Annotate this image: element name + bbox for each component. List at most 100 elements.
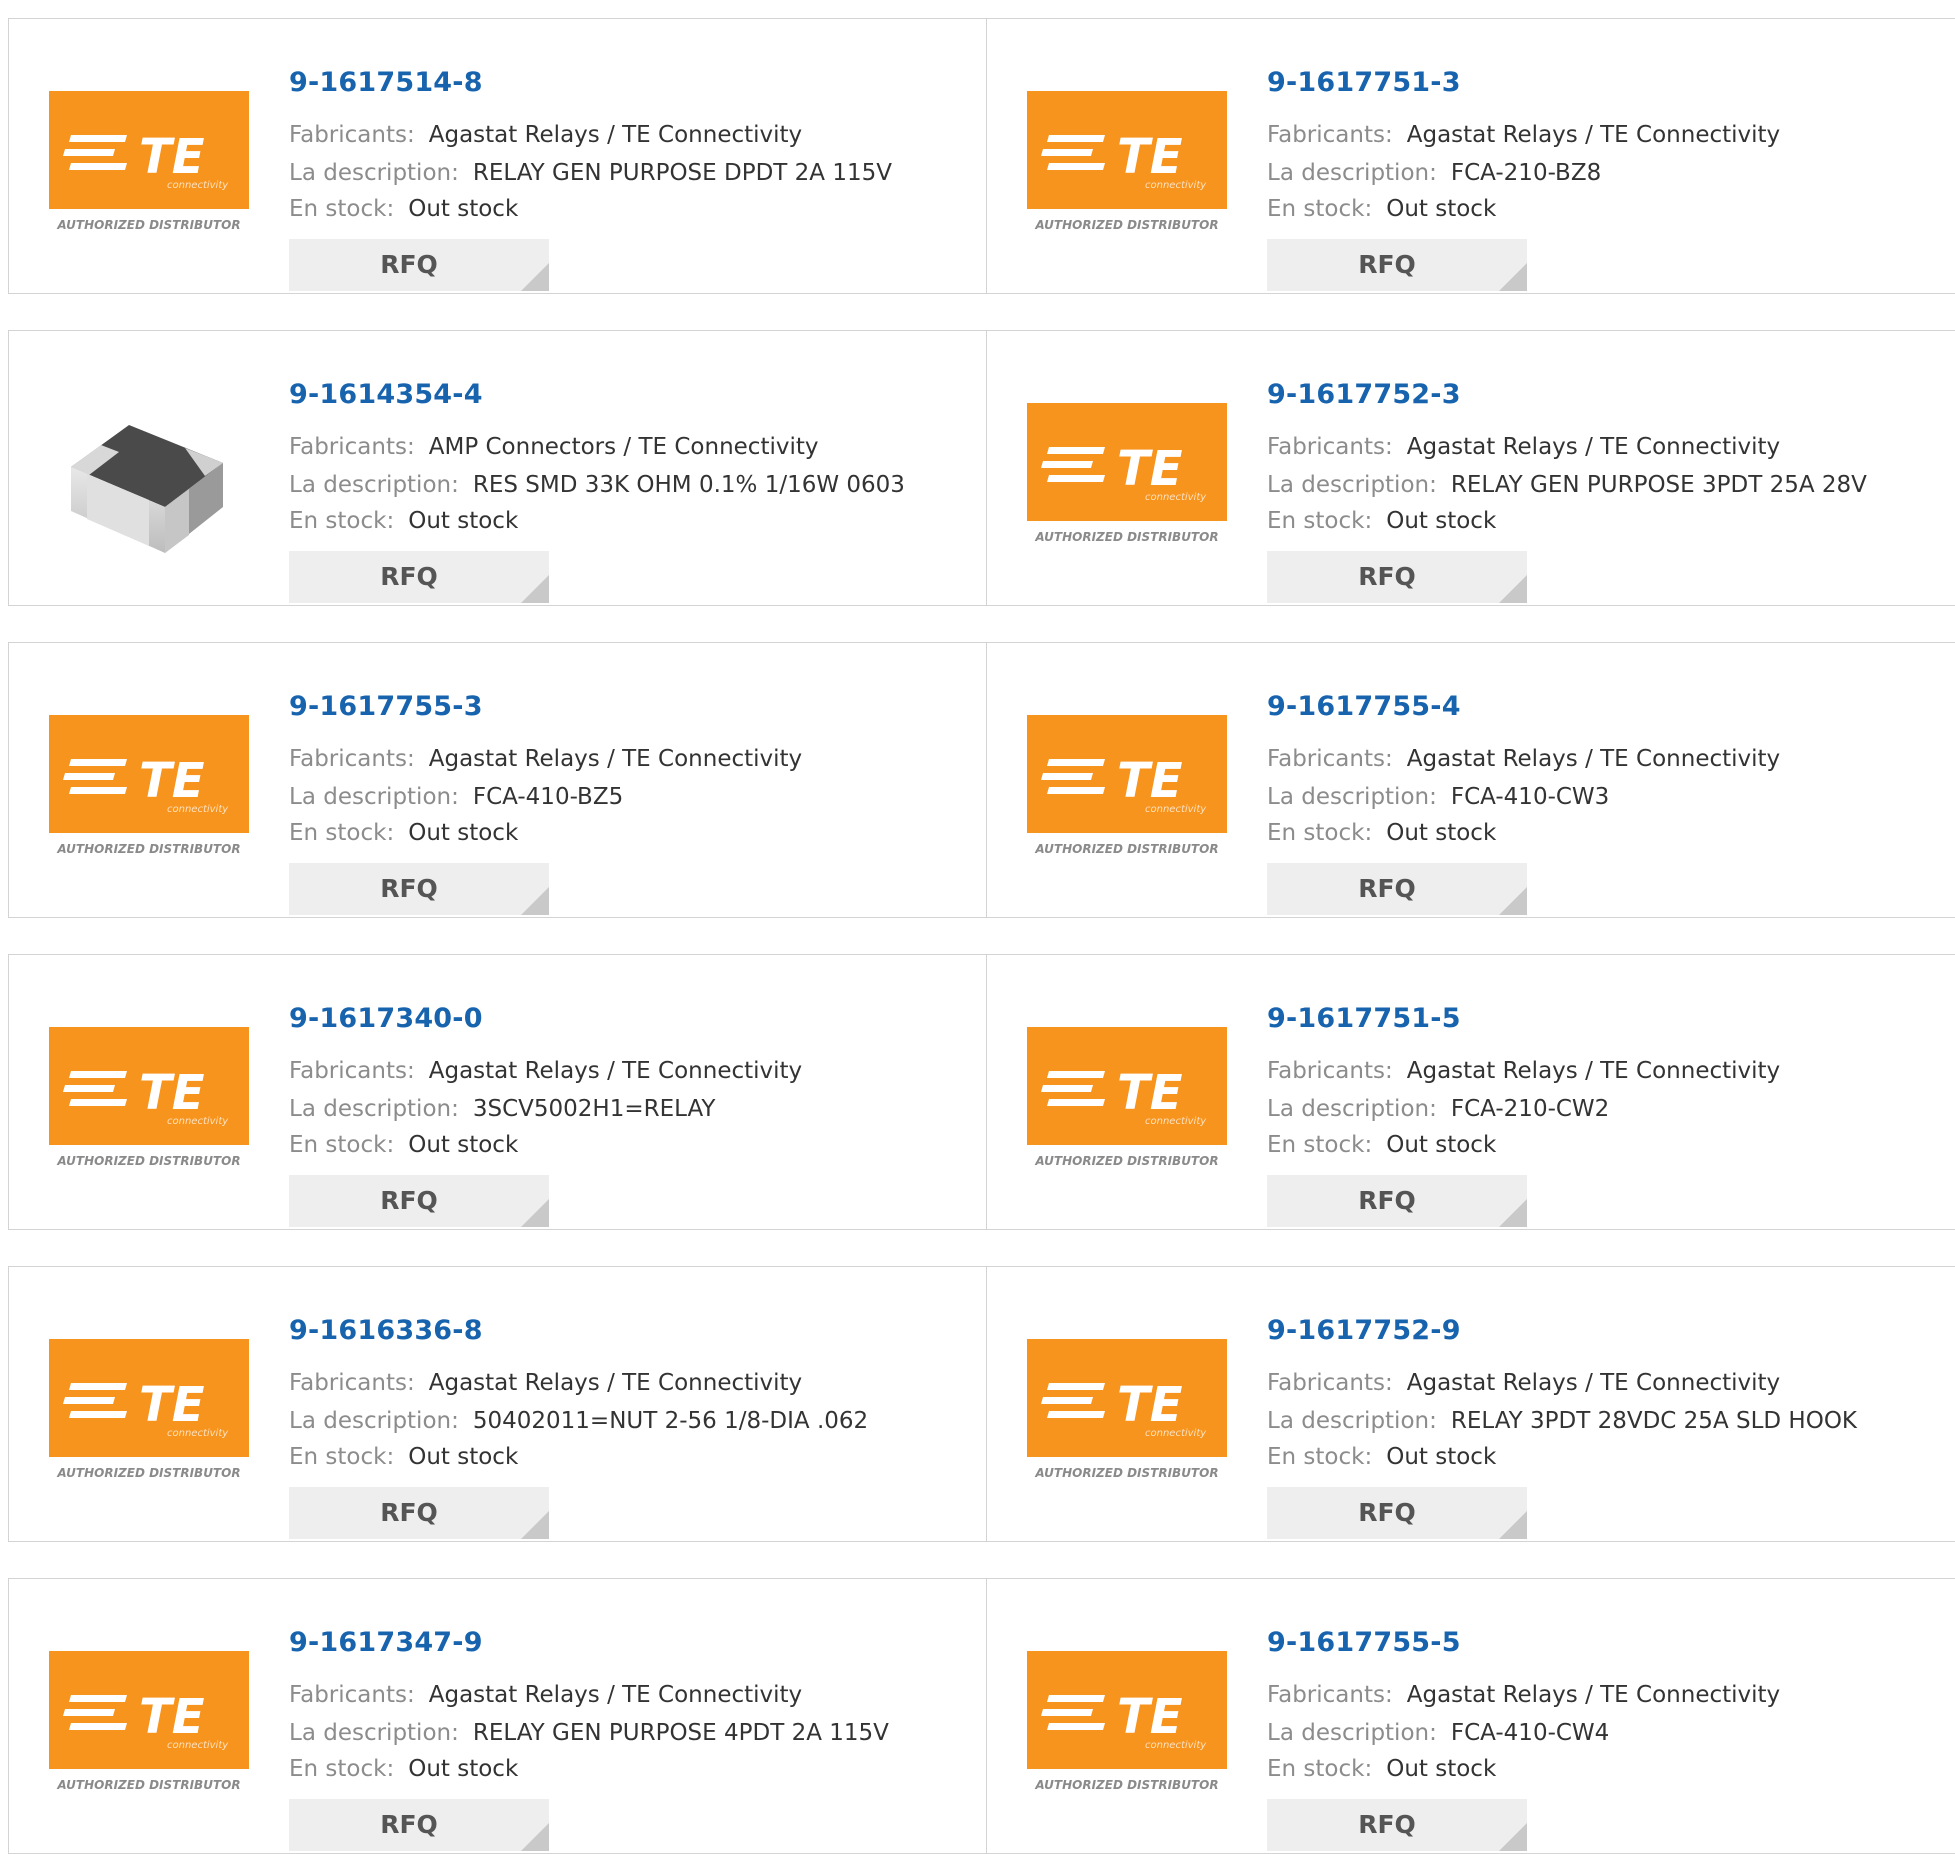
part-number-link[interactable]: 9-1617751-3 (1267, 67, 1461, 98)
part-number-link[interactable]: 9-1614354-4 (289, 379, 483, 410)
description-value: FCA-410-CW3 (1450, 784, 1610, 810)
rfq-corner-decoration (1499, 575, 1527, 603)
rfq-button[interactable]: RFQ (289, 1487, 549, 1539)
stock-value: Out stock (408, 1444, 519, 1470)
te-logo-image: TE connectivity AUTHORIZED DISTRIBUTOR (49, 91, 249, 232)
product-image[interactable]: TE connectivity AUTHORIZED DISTRIBUTOR (1027, 403, 1227, 563)
rfq-label: RFQ (1358, 1186, 1416, 1215)
part-number-link[interactable]: 9-1617514-8 (289, 67, 483, 98)
product-image[interactable]: TE connectivity AUTHORIZED DISTRIBUTOR (49, 1651, 249, 1811)
rfq-corner-decoration (1499, 1823, 1527, 1851)
te-logo-image: TE connectivity AUTHORIZED DISTRIBUTOR (1027, 403, 1227, 544)
part-number-link[interactable]: 9-1617755-5 (1267, 1627, 1461, 1658)
part-number-link[interactable]: 9-1617752-9 (1267, 1315, 1461, 1346)
description-row: La description: RELAY GEN PURPOSE 3PDT 25… (1267, 472, 1867, 498)
product-image[interactable]: TE connectivity AUTHORIZED DISTRIBUTOR (1027, 91, 1227, 251)
te-logo-image: TE connectivity AUTHORIZED DISTRIBUTOR (1027, 715, 1227, 856)
stock-label: En stock: (1267, 508, 1373, 534)
rfq-button[interactable]: RFQ (1267, 239, 1527, 291)
stock-label: En stock: (1267, 1132, 1373, 1158)
manufacturer-label: Fabricants: (289, 434, 415, 460)
description-label: La description: (1267, 160, 1437, 186)
rfq-button[interactable]: RFQ (1267, 1487, 1527, 1539)
logo-caption: AUTHORIZED DISTRIBUTOR (1034, 1466, 1218, 1480)
product-card: TE connectivity AUTHORIZED DISTRIBUTOR 9… (8, 18, 987, 294)
logo-caption: AUTHORIZED DISTRIBUTOR (1034, 530, 1218, 544)
rfq-button[interactable]: RFQ (289, 863, 549, 915)
te-logo-image: TE connectivity AUTHORIZED DISTRIBUTOR (49, 1339, 249, 1480)
product-image[interactable]: TE connectivity AUTHORIZED DISTRIBUTOR (1027, 1027, 1227, 1187)
product-image[interactable] (49, 403, 249, 563)
rfq-corner-decoration (521, 575, 549, 603)
product-image[interactable]: TE connectivity AUTHORIZED DISTRIBUTOR (1027, 1339, 1227, 1499)
product-image[interactable]: TE connectivity AUTHORIZED DISTRIBUTOR (49, 1339, 249, 1499)
rfq-button[interactable]: RFQ (1267, 551, 1527, 603)
manufacturer-value: Agastat Relays / TE Connectivity (1406, 746, 1781, 772)
part-number-link[interactable]: 9-1617755-4 (1267, 691, 1461, 722)
part-number-link[interactable]: 9-1617751-5 (1267, 1003, 1461, 1034)
stock-label: En stock: (1267, 1756, 1373, 1782)
rfq-button[interactable]: RFQ (1267, 1175, 1527, 1227)
manufacturer-value: Agastat Relays / TE Connectivity (1406, 1058, 1781, 1084)
product-card: TE connectivity AUTHORIZED DISTRIBUTOR 9… (8, 1578, 987, 1854)
rfq-corner-decoration (521, 1199, 549, 1227)
rfq-corner-decoration (1499, 1199, 1527, 1227)
description-value: RELAY GEN PURPOSE DPDT 2A 115V (472, 160, 892, 186)
rfq-label: RFQ (1358, 1810, 1416, 1839)
rfq-label: RFQ (380, 250, 438, 279)
product-card: TE connectivity AUTHORIZED DISTRIBUTOR 9… (8, 1266, 987, 1542)
rfq-label: RFQ (1358, 250, 1416, 279)
product-image[interactable]: TE connectivity AUTHORIZED DISTRIBUTOR (49, 91, 249, 251)
manufacturer-label: Fabricants: (289, 1682, 415, 1708)
logo-brand: TE (1117, 441, 1183, 497)
rfq-button[interactable]: RFQ (289, 1799, 549, 1851)
logo-tagline: connectivity (167, 1740, 229, 1751)
stock-label: En stock: (289, 1756, 395, 1782)
stock-row: En stock: Out stock (289, 820, 518, 846)
description-label: La description: (1267, 1096, 1437, 1122)
stock-row: En stock: Out stock (1267, 196, 1496, 222)
rfq-button[interactable]: RFQ (1267, 863, 1527, 915)
rfq-button[interactable]: RFQ (1267, 1799, 1527, 1851)
stock-row: En stock: Out stock (289, 1132, 518, 1158)
logo-caption: AUTHORIZED DISTRIBUTOR (1034, 1154, 1218, 1168)
stock-row: En stock: Out stock (1267, 1756, 1496, 1782)
description-value: FCA-210-CW2 (1450, 1096, 1610, 1122)
manufacturer-value: Agastat Relays / TE Connectivity (428, 1058, 803, 1084)
logo-caption: AUTHORIZED DISTRIBUTOR (56, 1466, 240, 1480)
te-logo-image: TE connectivity AUTHORIZED DISTRIBUTOR (1027, 1339, 1227, 1480)
description-label: La description: (1267, 1720, 1437, 1746)
logo-tagline: connectivity (1145, 180, 1207, 191)
logo-brand: TE (139, 1689, 205, 1745)
part-number-link[interactable]: 9-1617752-3 (1267, 379, 1461, 410)
part-number-link[interactable]: 9-1617340-0 (289, 1003, 483, 1034)
manufacturer-label: Fabricants: (289, 1058, 415, 1084)
stock-label: En stock: (289, 820, 395, 846)
stock-value: Out stock (1386, 1444, 1497, 1470)
rfq-button[interactable]: RFQ (289, 239, 549, 291)
product-image[interactable]: TE connectivity AUTHORIZED DISTRIBUTOR (1027, 715, 1227, 875)
product-card: TE connectivity AUTHORIZED DISTRIBUTOR 9… (986, 954, 1955, 1230)
stock-row: En stock: Out stock (289, 1756, 518, 1782)
stock-value: Out stock (408, 196, 519, 222)
rfq-button[interactable]: RFQ (289, 1175, 549, 1227)
description-row: La description: 50402011=NUT 2-56 1/8-DIA… (289, 1408, 868, 1434)
product-image[interactable]: TE connectivity AUTHORIZED DISTRIBUTOR (1027, 1651, 1227, 1811)
part-number-link[interactable]: 9-1617347-9 (289, 1627, 483, 1658)
description-row: La description: RES SMD 33K OHM 0.1% 1/16… (289, 472, 905, 498)
product-image[interactable]: TE connectivity AUTHORIZED DISTRIBUTOR (49, 1027, 249, 1187)
logo-caption: AUTHORIZED DISTRIBUTOR (56, 1154, 240, 1168)
manufacturer-row: Fabricants: Agastat Relays / TE Connectiv… (1267, 1370, 1780, 1396)
part-number-link[interactable]: 9-1617755-3 (289, 691, 483, 722)
description-value: RELAY 3PDT 28VDC 25A SLD HOOK (1450, 1408, 1858, 1434)
product-image[interactable]: TE connectivity AUTHORIZED DISTRIBUTOR (49, 715, 249, 875)
part-number-link[interactable]: 9-1616336-8 (289, 1315, 483, 1346)
manufacturer-label: Fabricants: (1267, 1058, 1393, 1084)
manufacturer-value: Agastat Relays / TE Connectivity (1406, 1682, 1781, 1708)
manufacturer-row: Fabricants: Agastat Relays / TE Connectiv… (289, 122, 802, 148)
rfq-button[interactable]: RFQ (289, 551, 549, 603)
logo-brand: TE (139, 1377, 205, 1433)
manufacturer-value: Agastat Relays / TE Connectivity (1406, 1370, 1781, 1396)
description-label: La description: (1267, 1408, 1437, 1434)
stock-value: Out stock (1386, 508, 1497, 534)
